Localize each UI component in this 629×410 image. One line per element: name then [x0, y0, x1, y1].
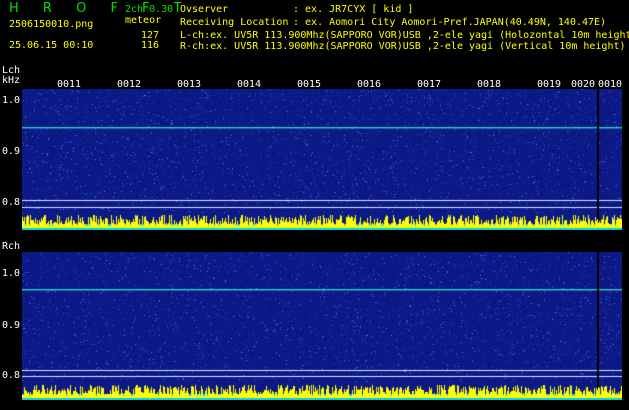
location-label: Receiving Location	[180, 17, 289, 28]
date-time: 25.06.15 00:10	[9, 40, 94, 51]
file-name: 2506150010.png	[9, 19, 94, 30]
rch-ytick: 1.0	[2, 268, 21, 279]
rch-meteor-count: 116	[141, 40, 160, 51]
frequency-unit: kHz	[2, 75, 21, 86]
location-value: : ex. Aomori City Aomori-Pref.JAPAN(40.4…	[293, 17, 607, 28]
rch-label: Rch	[2, 241, 21, 252]
rch-receiver-info: R-ch:ex. UV5R 113.900Mhz(SAPPORO VOR)USB…	[180, 41, 626, 52]
lch-ytick: 1.0	[2, 95, 21, 106]
observer-label: Ovserver	[180, 4, 229, 15]
rch-ytick: 0.8	[2, 370, 21, 381]
observer-value: : ex. JR7CYX [ kid ]	[293, 4, 414, 15]
lch-ytick: 0.8	[2, 197, 21, 208]
rch-ytick: 0.9	[2, 320, 21, 331]
version-label: 2ch 0.30	[125, 4, 174, 15]
meteor-label: meteor	[125, 15, 162, 26]
lch-spectrogram	[22, 89, 622, 230]
lch-ytick: 0.9	[2, 146, 21, 157]
rch-spectrogram	[22, 252, 622, 400]
lch-receiver-info: L-ch:ex. UV5R 113.900Mhz(SAPPORO VOR)USB…	[180, 30, 629, 41]
